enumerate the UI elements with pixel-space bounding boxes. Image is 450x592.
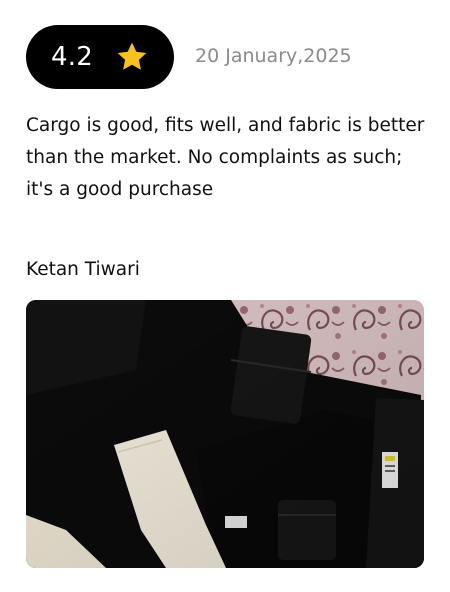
review-date: 20 January,2025 [195,45,352,67]
review-photo[interactable] [26,300,424,568]
review-text: Cargo is good, fits well, and fabric is … [26,115,425,200]
rating-value: 4.2 [51,42,93,72]
review-photo-image [26,300,424,568]
review-card: 4.2 20 January,2025 Cargo is good, fits … [0,0,450,592]
star-icon [117,42,147,70]
reviewer-name: Ketan Tiwari [26,259,140,280]
rating-badge: 4.2 [26,25,174,89]
